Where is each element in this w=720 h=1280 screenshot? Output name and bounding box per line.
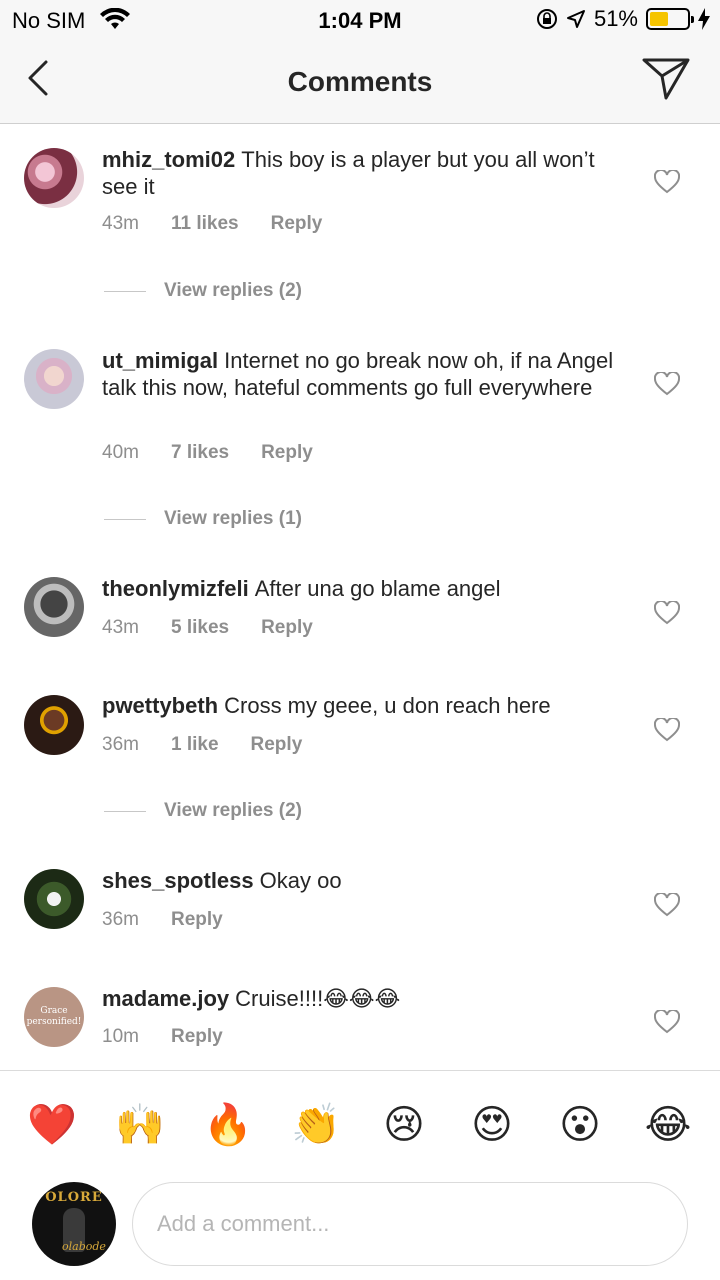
comment-body: Okay oo [259,868,342,893]
view-replies[interactable]: View replies (2) [104,800,302,822]
comment-username[interactable]: theonlymizfeli [102,576,249,601]
reply-button[interactable]: Reply [261,617,313,639]
heart-icon[interactable] [654,718,680,742]
comment-text: madame.joy Cruise!!!!😂😂😂 [102,985,622,1012]
comment-meta: 43m 5 likes Reply [102,617,313,639]
emoji-surprised[interactable]: 😮 [550,1105,610,1145]
avatar[interactable]: Grace personified! [24,987,84,1047]
comment-time: 40m [102,442,139,463]
avatar: OLORE olabode [32,1182,116,1266]
quick-emoji-bar: ❤️ 🙌 🔥 👏 😢 😍 😮 😂 [0,1070,720,1178]
comment-meta: 36m Reply [102,909,223,931]
comment-text: theonlymizfeli After una go blame angel [102,575,622,602]
nav-header: Comments [0,40,720,124]
avatar-signature: olabode [62,1240,106,1253]
status-right: 51% [536,6,710,32]
avatar-text: Grace personified! [26,1006,82,1027]
comment-meta: 10m Reply [102,1026,223,1048]
emoji-heart-eyes[interactable]: 😍 [462,1105,522,1145]
emoji-laughing[interactable]: 😂 [638,1105,698,1145]
comment-text: ut_mimigal Internet no go break now oh, i… [102,347,622,401]
comment-text: mhiz_tomi02 This boy is a player but you … [102,146,622,200]
view-replies[interactable]: View replies (1) [104,508,302,530]
avatar[interactable] [24,869,84,929]
comment-likes[interactable]: 1 like [171,734,219,756]
comment-username[interactable]: mhiz_tomi02 [102,147,235,172]
comment-meta: 40m 7 likes Reply [102,442,313,464]
comment-time: 10m [102,1026,139,1047]
view-replies[interactable]: View replies (2) [104,280,302,302]
divider [104,810,146,812]
comment-body: After una go blame angel [254,576,501,601]
comment-time: 43m [102,213,139,234]
location-arrow-icon [566,10,585,28]
divider [104,290,146,292]
reply-button[interactable]: Reply [251,734,303,756]
view-replies-label[interactable]: View replies (1) [164,508,302,530]
emoji-fire[interactable]: 🔥 [198,1105,258,1145]
heart-icon[interactable] [654,372,680,396]
comment-likes[interactable]: 11 likes [171,213,239,235]
avatar[interactable] [24,695,84,755]
battery-fill [650,12,669,26]
page-title: Comments [287,66,433,97]
emoji-raised-hands[interactable]: 🙌 [110,1105,170,1145]
view-replies-label[interactable]: View replies (2) [164,800,302,822]
comment-input[interactable] [132,1182,688,1266]
reply-button[interactable]: Reply [171,909,223,931]
comment-input-row: OLORE olabode [0,1178,720,1280]
emoji-crying[interactable]: 😢 [374,1105,434,1145]
comment-likes[interactable]: 7 likes [171,442,229,464]
comment-body: Cruise!!!!😂😂😂 [235,986,401,1011]
comment-text: shes_spotless Okay oo [102,867,622,894]
comment-username[interactable]: ut_mimigal [102,348,218,373]
comment-text: pwettybeth Cross my geee, u don reach her… [102,692,622,719]
comment-time: 36m [102,734,139,755]
avatar-text: OLORE [45,1190,103,1205]
reply-button[interactable]: Reply [261,442,313,464]
heart-icon[interactable] [654,1010,680,1034]
comment-username[interactable]: shes_spotless [102,868,254,893]
comment-likes[interactable]: 5 likes [171,617,229,639]
battery-icon [646,8,694,30]
heart-icon[interactable] [654,170,680,194]
reply-button[interactable]: Reply [171,1026,223,1048]
comment-username[interactable]: pwettybeth [102,693,218,718]
comment-username[interactable]: madame.joy [102,986,229,1011]
comment-time: 43m [102,617,139,638]
heart-icon[interactable] [654,601,680,625]
comment-body: Cross my geee, u don reach here [224,693,551,718]
orientation-lock-icon [536,9,557,29]
avatar[interactable] [24,577,84,637]
avatar[interactable] [24,349,84,409]
heart-icon[interactable] [654,893,680,917]
reply-button[interactable]: Reply [271,213,323,235]
emoji-clapping[interactable]: 👏 [286,1105,346,1145]
comment-meta: 36m 1 like Reply [102,734,302,756]
battery-percent: 51% [593,6,638,31]
status-bar: No SIM 1:04 PM 51% [0,0,720,40]
comment-time: 36m [102,909,139,930]
paper-plane-icon[interactable] [642,56,690,100]
emoji-heart[interactable]: ❤️ [22,1105,82,1145]
view-replies-label[interactable]: View replies (2) [164,280,302,302]
divider [104,518,146,520]
comment-meta: 43m 11 likes Reply [102,213,322,235]
charging-bolt-icon [698,8,710,30]
avatar[interactable] [24,148,84,208]
